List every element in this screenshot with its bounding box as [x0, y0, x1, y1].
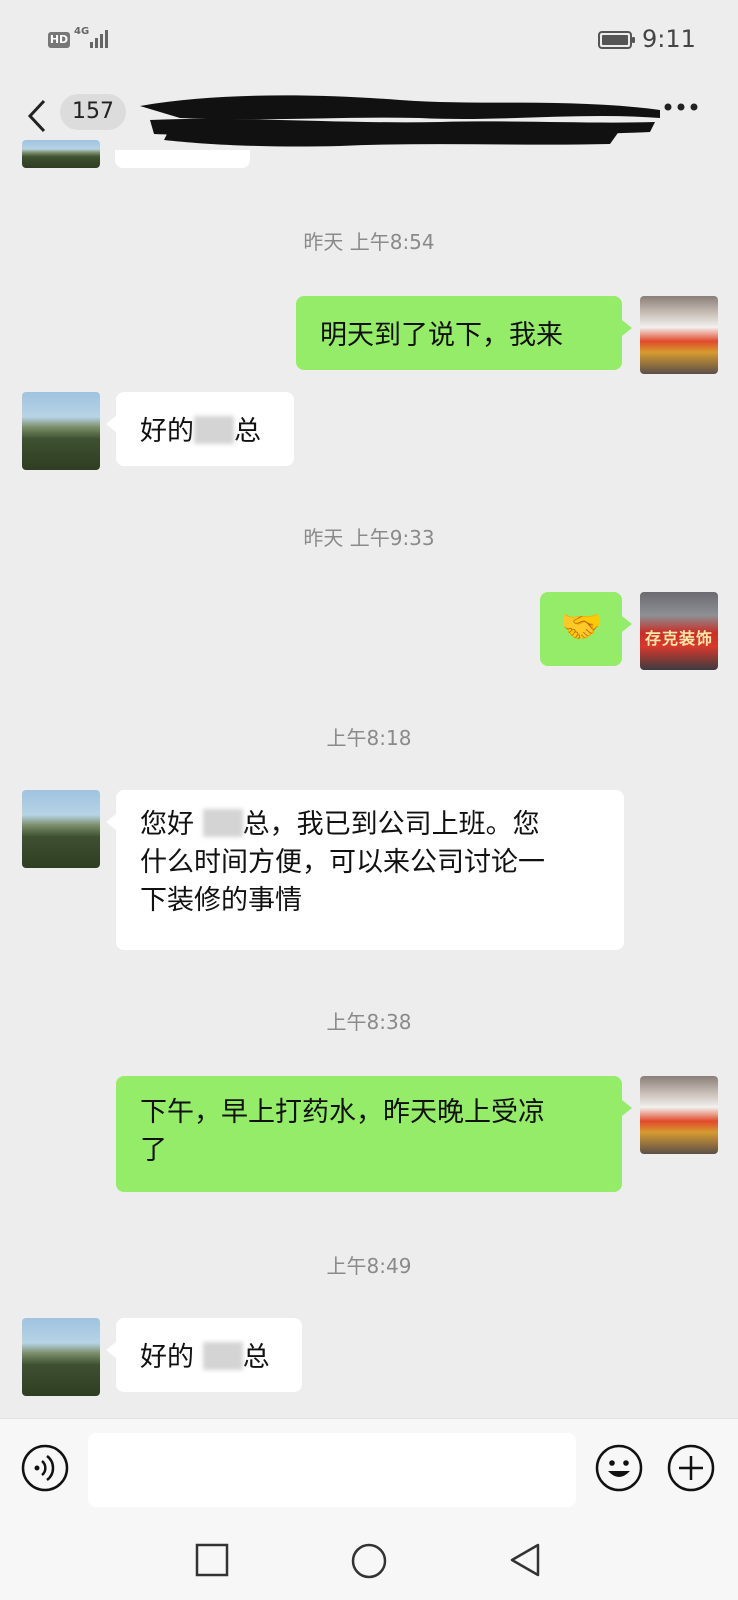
redacted-name: [202, 1342, 243, 1370]
my-avatar[interactable]: 存克装饰: [640, 592, 718, 670]
timestamp: 昨天 上午9:33: [303, 526, 435, 550]
message-text: 了: [140, 1135, 167, 1166]
message-bubble-sent[interactable]: 明天到了说下，我来: [296, 296, 632, 370]
redacted-name: [194, 416, 234, 444]
plus-icon[interactable]: [666, 1443, 716, 1493]
composer-bar: [0, 1418, 738, 1529]
timestamp: 上午8:18: [326, 726, 412, 750]
more-icon[interactable]: [664, 102, 698, 112]
message-bubble-received[interactable]: 好的 总: [106, 1318, 302, 1392]
message-bubble-sent[interactable]: 🤝: [540, 592, 632, 666]
message-bubble-sent[interactable]: 下午，早上打药水，昨天晚上受凉 了: [116, 1076, 632, 1192]
message-text: 什么时间方便，可以来公司讨论一: [140, 847, 545, 878]
status-time: 9:11: [642, 25, 696, 53]
contact-avatar[interactable]: [22, 392, 100, 470]
message-text: 好的: [140, 1342, 194, 1373]
emoji-icon[interactable]: [594, 1443, 644, 1493]
message-bubble-received[interactable]: 好的 总: [106, 392, 294, 466]
message-text: 总: [234, 416, 261, 447]
message-input[interactable]: [88, 1433, 576, 1507]
my-avatar[interactable]: [640, 1076, 718, 1154]
chevron-left-icon[interactable]: [26, 98, 48, 134]
message-text: 好的: [140, 416, 194, 447]
hd-badge: HD: [48, 32, 70, 48]
avatar-shop-sign: 存克装饰: [644, 629, 713, 648]
my-avatar[interactable]: [640, 296, 718, 374]
timestamp: 上午8:49: [326, 1254, 412, 1278]
message-text: 您好: [140, 809, 194, 840]
message-bubble-received[interactable]: 您好 总，我已到公司上班。您 什么时间方便，可以来公司讨论一 下装修的事情: [106, 790, 624, 950]
unread-count-badge[interactable]: 157: [60, 94, 126, 130]
timestamp: 昨天 上午8:54: [303, 230, 435, 254]
message-text: 明天到了说下，我来: [320, 320, 563, 351]
voice-icon[interactable]: [20, 1443, 70, 1493]
network-type: 4G: [74, 26, 90, 37]
chat-header: 157: [0, 80, 738, 150]
message-text: 下装修的事情: [140, 885, 302, 916]
contact-avatar[interactable]: [22, 790, 100, 868]
back-triangle-icon[interactable]: [508, 1542, 542, 1578]
battery-icon: [598, 31, 635, 49]
signal-icon: [90, 30, 108, 48]
message-text: 总，我已到公司上班。您: [242, 809, 540, 840]
system-navigation-bar: [0, 1528, 738, 1600]
contact-avatar[interactable]: [22, 140, 100, 168]
redacted-contact-name: [140, 95, 660, 147]
previous-message-bubble[interactable]: [115, 150, 250, 168]
timestamp: 上午8:38: [326, 1010, 412, 1034]
message-text: 总: [242, 1342, 270, 1373]
handshake-icon: 🤝: [560, 607, 603, 647]
contact-avatar[interactable]: [22, 1318, 100, 1396]
message-text: 下午，早上打药水，昨天晚上受凉: [140, 1097, 545, 1128]
recents-square-icon[interactable]: [194, 1542, 230, 1578]
status-bar: HD 4G 9:11: [0, 0, 738, 80]
redacted-name: [202, 809, 243, 837]
home-circle-icon[interactable]: [350, 1542, 388, 1580]
